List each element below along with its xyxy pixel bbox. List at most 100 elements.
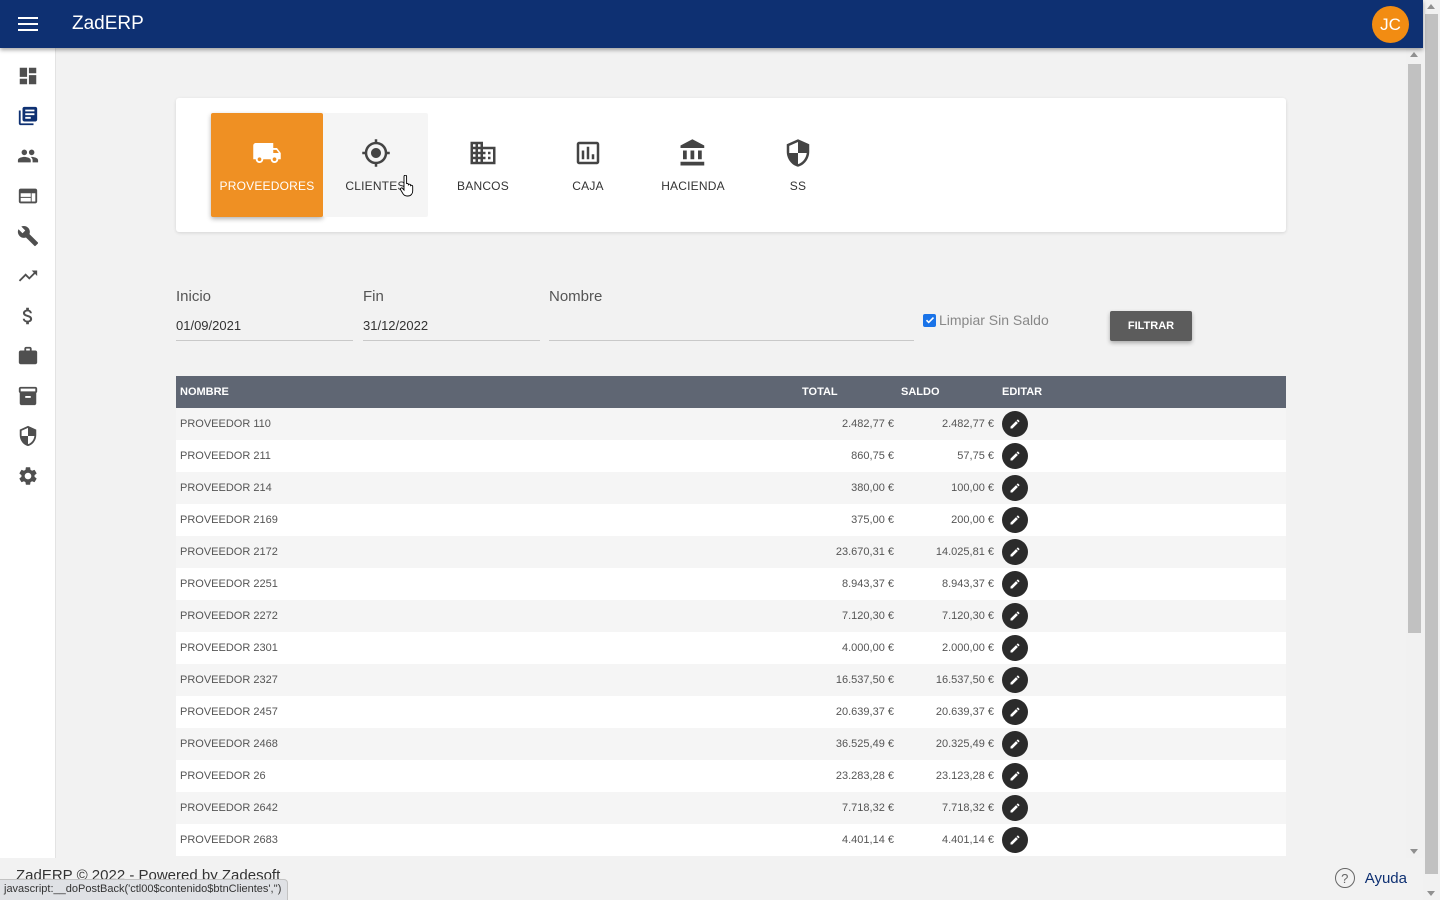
inicio-field[interactable]: Inicio 01/09/2021 (176, 288, 353, 341)
truck-icon (253, 143, 281, 163)
app-title[interactable]: ZadERP (72, 13, 144, 35)
scroll-up-arrow-icon[interactable] (1427, 4, 1435, 9)
scrollbar-thumb[interactable] (1425, 14, 1438, 874)
help-label: Ayuda (1364, 869, 1407, 887)
nombre-input[interactable] (549, 318, 914, 341)
cell-saldo: 20.639,37 € (935, 706, 994, 718)
dashboard-icon (19, 67, 36, 85)
city-icon (470, 141, 496, 165)
target-icon (361, 139, 390, 167)
pencil-icon (1010, 515, 1020, 525)
table-body: PROVEEDOR 110 2.482,77 €2.482,77 € PROVEED… (176, 408, 1286, 856)
cell-saldo: 23.123,28 € (935, 770, 994, 782)
sidebar-item-settings[interactable] (0, 456, 55, 496)
sidebar-item-web[interactable] (0, 176, 55, 216)
cell-saldo: 2.000,00 € (942, 642, 994, 654)
shield-icon (19, 425, 36, 447)
edit-button[interactable] (1002, 795, 1028, 821)
menu-icon (18, 17, 38, 31)
cell-saldo: 20.325,49 € (935, 738, 994, 750)
sidebar-item-people[interactable] (0, 136, 55, 176)
pencil-icon (1010, 835, 1020, 845)
table-row: PROVEEDOR 2457 20.639,37 € 20.639,37 € (176, 696, 1286, 728)
edit-button[interactable] (1002, 475, 1028, 501)
limpiar-sin-saldo-checkbox[interactable]: Limpiar Sin Saldo (923, 312, 1049, 328)
hamburger-menu-button[interactable] (0, 0, 56, 48)
cell-total: 860,75 € (851, 450, 894, 462)
edit-button[interactable] (1002, 571, 1028, 597)
page-scrollbar[interactable] (1423, 0, 1440, 900)
edit-button[interactable] (1002, 667, 1028, 693)
edit-button[interactable] (1002, 635, 1028, 661)
table-row: PROVEEDOR 2683 4.401,14 € 4.401,14 € (176, 824, 1286, 856)
pencil-icon (1010, 771, 1020, 781)
help-link[interactable]: ? Ayuda (1334, 868, 1407, 888)
content-scrollbar[interactable] (1406, 48, 1423, 858)
proveedores-table: NOMBRE TOTAL SALDO EDITAR PROVEEDOR 110 2… (176, 376, 1286, 856)
cell-nombre: PROVEEDOR 2169 (180, 514, 278, 526)
cell-saldo: 16.537,50 € (935, 674, 994, 686)
cell-saldo: 200,00 € (951, 514, 994, 526)
table-row: PROVEEDOR 2301 4.000,00 € 2.000,00 € (176, 632, 1286, 664)
tab-proveedores[interactable]: PROVEEDORES (211, 113, 323, 217)
edit-button[interactable] (1002, 539, 1028, 565)
tab-caja[interactable]: CAJA (533, 113, 643, 217)
table-row: PROVEEDOR 211 860,75 € 57,75 € (176, 440, 1286, 472)
cell-total: 375,00 € (851, 514, 894, 526)
scroll-up-arrow-icon[interactable] (1410, 52, 1418, 57)
sidebar-item-finance[interactable] (0, 296, 55, 336)
edit-button[interactable] (1002, 603, 1028, 629)
wrench-icon (17, 226, 38, 247)
pencil-icon (1010, 739, 1020, 749)
edit-button[interactable] (1002, 827, 1028, 853)
edit-button[interactable] (1002, 763, 1028, 789)
pencil-icon (1010, 547, 1020, 557)
table-row: PROVEEDOR 2642 7.718,32 € 7.718,32 € (176, 792, 1286, 824)
scroll-down-arrow-icon[interactable] (1410, 849, 1418, 854)
column-header-editar: EDITAR (1002, 386, 1043, 398)
nombre-field[interactable]: Nombre (549, 288, 914, 341)
inicio-label: Inicio (176, 288, 212, 305)
edit-button[interactable] (1002, 699, 1028, 725)
sidebar-item-accounting[interactable] (0, 96, 55, 136)
limpiar-sin-saldo-label: Limpiar Sin Saldo (939, 312, 1049, 328)
fin-input[interactable]: 31/12/2022 (363, 318, 540, 341)
column-header-total[interactable]: TOTAL (802, 386, 838, 398)
scroll-down-arrow-icon[interactable] (1427, 891, 1435, 896)
edit-button[interactable] (1002, 507, 1028, 533)
edit-button[interactable] (1002, 411, 1028, 437)
sidebar-item-dashboard[interactable] (0, 56, 55, 96)
cell-total: 7.120,30 € (842, 610, 894, 622)
tab-ss[interactable]: SS (743, 113, 853, 217)
tab-hacienda[interactable]: HACIENDA (638, 113, 748, 217)
cell-total: 4.401,14 € (842, 834, 894, 846)
checkbox-checked-icon[interactable] (923, 313, 936, 327)
edit-button[interactable] (1002, 731, 1028, 757)
column-header-nombre[interactable]: NOMBRE (180, 386, 229, 398)
shield-icon (786, 139, 810, 167)
tab-label: CAJA (572, 179, 604, 193)
cell-nombre: PROVEEDOR 2468 (180, 738, 278, 750)
edit-button[interactable] (1002, 443, 1028, 469)
tab-bancos[interactable]: BANCOS (428, 113, 538, 217)
tab-clientes[interactable]: CLIENTES (323, 113, 428, 217)
column-header-saldo[interactable]: SALDO (901, 386, 940, 398)
sidebar-item-tools[interactable] (0, 216, 55, 256)
sidebar-item-archive[interactable] (0, 376, 55, 416)
fin-field[interactable]: Fin 31/12/2022 (363, 288, 540, 341)
sidebar-item-security[interactable] (0, 416, 55, 456)
table-row: PROVEEDOR 2327 16.537,50 € 16.537,50 € (176, 664, 1286, 696)
web-window-icon (18, 188, 37, 204)
cell-nombre: PROVEEDOR 2272 (180, 610, 278, 622)
tab-label: BANCOS (457, 179, 509, 193)
sidebar-item-business[interactable] (0, 336, 55, 376)
user-avatar[interactable]: JC (1372, 6, 1409, 43)
scrollbar-thumb[interactable] (1408, 64, 1421, 633)
pencil-icon (1010, 803, 1020, 813)
table-row: PROVEEDOR 2172 23.670,31 € 14.025,81 € (176, 536, 1286, 568)
table-row: PROVEEDOR 2251 8.943,37 € 8.943,37 € (176, 568, 1286, 600)
sidebar-item-trends[interactable] (0, 256, 55, 296)
tab-label: HACIENDA (661, 179, 725, 193)
inicio-input[interactable]: 01/09/2021 (176, 318, 353, 341)
filtrar-button[interactable]: FILTRAR (1110, 311, 1192, 341)
